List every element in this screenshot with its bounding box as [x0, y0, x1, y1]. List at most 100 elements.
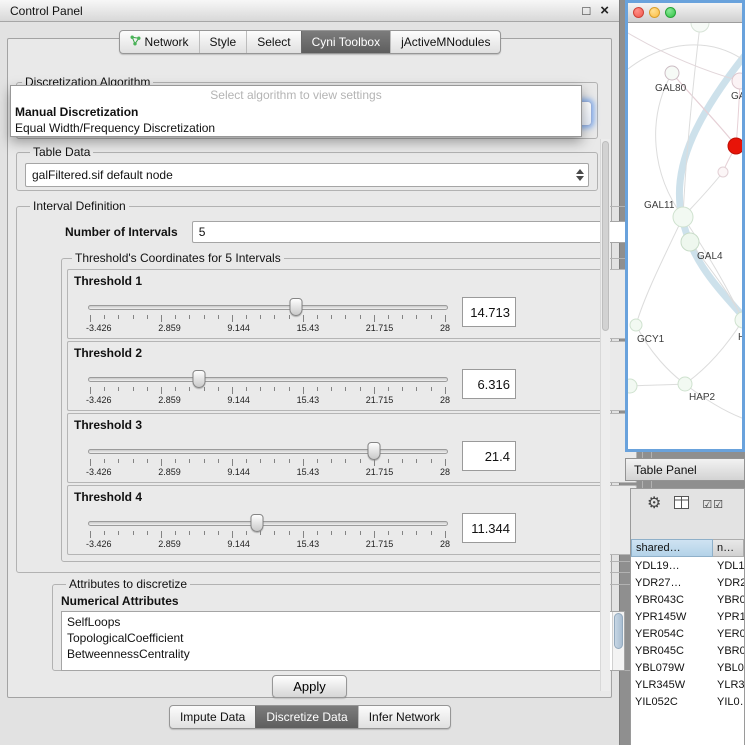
close-traffic-light-icon[interactable]	[633, 7, 644, 18]
network-edge[interactable]	[685, 320, 742, 384]
panel-scrollbar[interactable]	[600, 139, 610, 691]
cell-name[interactable]: YER0…	[713, 628, 744, 640]
tab-style[interactable]: Style	[199, 31, 247, 53]
slider-track[interactable]	[88, 305, 448, 310]
tick-label: 9.144	[227, 467, 250, 477]
table-row[interactable]: YBR043CYBR0…	[631, 591, 744, 608]
float-window-icon[interactable]: □	[582, 4, 590, 17]
tab-cyni-toolbox[interactable]: Cyni Toolbox	[301, 31, 390, 53]
tab-infer-network[interactable]: Infer Network	[358, 706, 450, 728]
network-node-gcy1[interactable]	[630, 319, 642, 331]
attribute-item[interactable]: TopologicalCoefficient	[62, 630, 624, 646]
network-node[interactable]	[718, 167, 728, 177]
checkbox-icons[interactable]: ☑☑	[702, 498, 724, 511]
network-canvas[interactable]: GAL80GAL8GAL11GAL4HGCY1HAP2	[628, 23, 742, 449]
network-edge[interactable]	[636, 217, 683, 325]
slider-track[interactable]	[88, 521, 448, 526]
network-node-gal11[interactable]	[673, 207, 693, 227]
table-data-select[interactable]: galFiltered.sif default node	[25, 163, 589, 187]
panel-scrollbar-thumb[interactable]	[602, 141, 609, 331]
threshold-slider[interactable]: -3.4262.8599.14415.4321.71528	[86, 433, 450, 479]
network-edge[interactable]	[628, 33, 740, 81]
tick-mark	[303, 459, 304, 466]
column-header-name[interactable]: n…	[713, 539, 744, 557]
tick-mark	[374, 315, 375, 322]
cell-shared-name[interactable]: YER054C	[631, 628, 713, 640]
network-node-hap2[interactable]	[678, 377, 692, 391]
network-node-gal4[interactable]	[681, 233, 699, 251]
cell-shared-name[interactable]: YDR27…	[631, 577, 713, 589]
attribute-item[interactable]: BetweennessCentrality	[62, 646, 624, 662]
close-window-icon[interactable]: ×	[600, 3, 609, 18]
table-row[interactable]: YLR345WYLR3…	[631, 676, 744, 693]
numerical-attributes-list[interactable]: SelfLoopsTopologicalCoefficientBetweenne…	[61, 611, 625, 671]
network-node[interactable]	[728, 138, 742, 154]
threshold-value[interactable]: 6.316	[462, 369, 516, 399]
tab-discretize-data[interactable]: Discretize Data	[255, 706, 357, 728]
cell-shared-name[interactable]: YLR345W	[631, 679, 713, 691]
minimize-traffic-light-icon[interactable]	[649, 7, 660, 18]
cell-shared-name[interactable]: YIL052C	[631, 696, 713, 708]
threshold-slider[interactable]: -3.4262.8599.14415.4321.71528	[86, 289, 450, 335]
gear-icon[interactable]: ⚙	[647, 496, 661, 512]
tab-label: Impute Data	[180, 710, 245, 724]
tab-jactivemnodules[interactable]: jActiveMNodules	[390, 31, 500, 53]
threshold-value[interactable]: 14.713	[462, 297, 516, 327]
cell-name[interactable]: YDR2…	[713, 577, 744, 589]
network-node-h[interactable]	[735, 312, 742, 328]
slider-track[interactable]	[88, 377, 448, 382]
cell-shared-name[interactable]: YBR045C	[631, 645, 713, 657]
table-row[interactable]: YBR045CYBR0…	[631, 642, 744, 659]
table-row[interactable]: YBL079WYBL0…	[631, 659, 744, 676]
algorithm-placeholder-option[interactable]: Select algorithm to view settings	[11, 88, 581, 104]
cell-shared-name[interactable]: YPR145W	[631, 611, 713, 623]
cell-name[interactable]: YDL1…	[713, 560, 744, 572]
list-scrollbar-thumb[interactable]	[614, 613, 623, 649]
cell-shared-name[interactable]: YBL079W	[631, 662, 713, 674]
table-row[interactable]: YDR27…YDR2…	[631, 574, 744, 591]
algorithm-option-equal-width-frequency[interactable]: Equal Width/Frequency Discretization	[11, 120, 581, 136]
cell-name[interactable]: YLR3…	[713, 679, 744, 691]
slider-thumb[interactable]	[367, 442, 380, 460]
tab-network[interactable]: Network	[120, 31, 199, 53]
cell-name[interactable]: YBR0…	[713, 594, 744, 606]
table-row[interactable]: YDL19…YDL1…	[631, 557, 744, 574]
cell-shared-name[interactable]: YBR043C	[631, 594, 713, 606]
table-row[interactable]: YIL052CYIL0…	[631, 693, 744, 710]
list-scrollbar[interactable]	[612, 612, 624, 670]
network-edge[interactable]	[628, 45, 742, 69]
slider-track[interactable]	[88, 449, 448, 454]
slider-thumb[interactable]	[290, 298, 303, 316]
tab-impute-data[interactable]: Impute Data	[170, 706, 255, 728]
threshold-slider[interactable]: -3.4262.8599.14415.4321.71528	[86, 505, 450, 551]
network-node[interactable]	[691, 23, 709, 32]
slider-thumb[interactable]	[192, 370, 205, 388]
network-node[interactable]	[628, 379, 637, 393]
cell-name[interactable]: YIL0…	[713, 696, 744, 708]
tab-select[interactable]: Select	[246, 31, 300, 53]
network-node-gal80[interactable]	[665, 66, 679, 80]
threshold-value[interactable]: 21.4	[462, 441, 516, 471]
tick-mark	[204, 531, 205, 535]
attribute-item[interactable]: SelfLoops	[62, 614, 624, 630]
spinner-icon	[572, 164, 588, 186]
tick-mark	[289, 387, 290, 391]
slider-thumb[interactable]	[251, 514, 264, 532]
network-edge[interactable]	[630, 384, 685, 386]
threshold-slider[interactable]: -3.4262.8599.14415.4321.71528	[86, 361, 450, 407]
columns-icon[interactable]	[674, 496, 689, 512]
algorithm-option-manual-discretization[interactable]: Manual Discretization	[11, 104, 581, 120]
apply-button[interactable]: Apply	[272, 675, 347, 698]
cell-shared-name[interactable]: YDL19…	[631, 560, 713, 572]
table-row[interactable]: YER054CYER0…	[631, 625, 744, 642]
threshold-value[interactable]: 11.344	[462, 513, 516, 543]
table-row[interactable]: YPR145WYPR1…	[631, 608, 744, 625]
cell-name[interactable]: YBR0…	[713, 645, 744, 657]
column-header-shared-name[interactable]: shared…	[631, 539, 713, 557]
attributes-to-discretize-label: Attributes to discretize	[66, 577, 190, 591]
number-of-intervals-select[interactable]: 5	[192, 221, 641, 243]
cell-name[interactable]: YBL0…	[713, 662, 744, 674]
cell-name[interactable]: YPR1…	[713, 611, 744, 623]
zoom-traffic-light-icon[interactable]	[665, 7, 676, 18]
slider-ticks	[90, 531, 446, 538]
